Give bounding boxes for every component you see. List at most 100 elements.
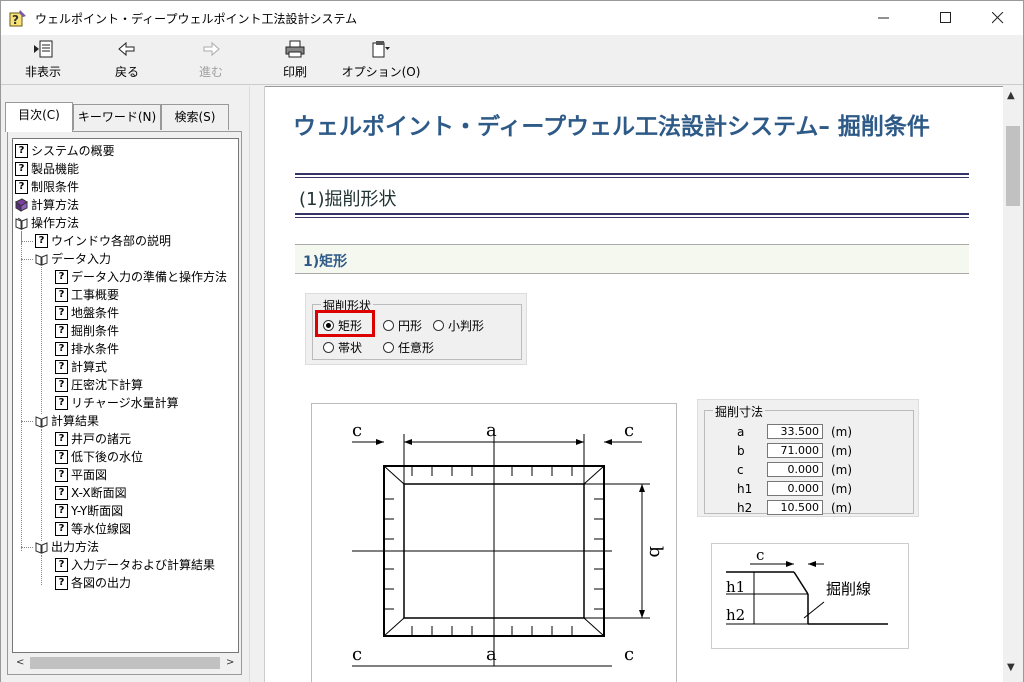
minimize-button[interactable] bbox=[861, 1, 907, 35]
section-drawing: c h1 h2 掘削線 bbox=[726, 546, 888, 625]
tab-search[interactable]: 検索(S) bbox=[161, 104, 229, 130]
contents-tree: ? システムの概要 ? 製品機能 ? 制限条件 計算方法 操作方法 ? ウインドウ各部の… bbox=[12, 138, 239, 653]
print-label: 印刷 bbox=[282, 65, 307, 79]
plan-view-figure: a c c b a c c bbox=[311, 403, 677, 682]
tab-contents[interactable]: 目次(C) bbox=[5, 102, 73, 132]
tab-keyword[interactable]: キーワード(N) bbox=[73, 104, 161, 130]
help-topic-icon: ? bbox=[55, 342, 68, 356]
arrowhead bbox=[376, 439, 384, 445]
tree-item[interactable]: 出力方法 bbox=[35, 538, 99, 556]
label-c-left: c bbox=[352, 420, 362, 441]
radio-icon bbox=[323, 342, 334, 353]
open-book-icon bbox=[15, 217, 28, 230]
tree-item[interactable]: ? 入力データおよび計算結果 bbox=[55, 556, 215, 574]
tree-item[interactable]: ? 平面図 bbox=[55, 466, 107, 484]
svg-text:?: ? bbox=[12, 13, 19, 27]
back-label: 戻る bbox=[114, 65, 139, 79]
help-topic-icon: ? bbox=[55, 468, 68, 482]
help-topic-icon: ? bbox=[55, 288, 68, 302]
tree-line bbox=[21, 421, 33, 422]
content-vertical-scrollbar[interactable]: ▲ ▼ bbox=[1003, 86, 1023, 682]
tree-line bbox=[21, 231, 22, 551]
scroll-thumb[interactable] bbox=[30, 657, 220, 669]
corner-line bbox=[383, 617, 405, 637]
hide-button[interactable]: 非表示 bbox=[11, 39, 75, 83]
forward-label: 進む bbox=[198, 65, 223, 79]
tree-line bbox=[41, 555, 42, 585]
tree-item[interactable]: ? 井戸の諸元 bbox=[55, 430, 131, 448]
tree-item[interactable]: ? 地盤条件 bbox=[55, 304, 119, 322]
help-topic-icon: ? bbox=[55, 360, 68, 374]
tree-item[interactable]: ? X-X断面図 bbox=[55, 484, 127, 502]
tree-line bbox=[41, 429, 42, 541]
help-content: ウェルポイント・ディープウェル工法設計システム– 掘削条件 (1)掘削形状 1)… bbox=[265, 86, 1003, 682]
leader-line bbox=[803, 601, 825, 619]
scroll-down-icon[interactable]: ▼ bbox=[1007, 662, 1015, 673]
tree-item[interactable]: 計算結果 bbox=[35, 412, 99, 430]
arrowhead bbox=[786, 561, 794, 567]
tree-item[interactable]: ? 排水条件 bbox=[55, 340, 119, 358]
tree-item[interactable]: ? 計算式 bbox=[55, 358, 107, 376]
scroll-up-icon[interactable]: ▲ bbox=[1007, 90, 1015, 101]
help-topic-icon: ? bbox=[55, 378, 68, 392]
tree-item[interactable]: 計算方法 bbox=[15, 196, 79, 214]
page-title: ウェルポイント・ディープウェル工法設計システム– 掘削条件 bbox=[293, 114, 930, 140]
scroll-thumb[interactable] bbox=[1006, 126, 1020, 206]
print-button[interactable]: 印刷 bbox=[263, 39, 327, 83]
scroll-left-icon[interactable]: < bbox=[16, 657, 24, 668]
tree-item[interactable]: ? システムの概要 bbox=[15, 142, 115, 160]
tree-item[interactable]: ? リチャージ水量計算 bbox=[55, 394, 179, 412]
corner-line bbox=[583, 617, 605, 637]
divider bbox=[295, 177, 969, 178]
help-topic-icon: ? bbox=[55, 486, 68, 500]
options-label: オプション(O) bbox=[341, 65, 421, 79]
tree-item[interactable]: ? Y-Y断面図 bbox=[55, 502, 123, 520]
tree-line bbox=[21, 241, 33, 242]
slope-section-figure: c h1 h2 掘削線 bbox=[711, 543, 909, 649]
help-topic-icon: ? bbox=[55, 522, 68, 536]
help-topic-icon: ? bbox=[55, 558, 68, 572]
tree-line bbox=[21, 259, 33, 260]
forward-button[interactable]: 進む bbox=[179, 39, 243, 83]
tab-search-label: 検索(S) bbox=[174, 110, 216, 124]
title-bar: ? ウェルポイント・ディープウェルポイント工法設計システム bbox=[1, 1, 1023, 35]
help-topic-icon: ? bbox=[35, 234, 48, 248]
maximize-button[interactable] bbox=[923, 1, 969, 35]
tree-item[interactable]: ? 各図の出力 bbox=[55, 574, 131, 592]
plan-drawing: a c c b a c c bbox=[352, 420, 666, 667]
contents-tab-panel: ? システムの概要 ? 製品機能 ? 制限条件 計算方法 操作方法 ? ウインドウ各部の… bbox=[7, 131, 242, 675]
tree-item[interactable]: ? 等水位線図 bbox=[55, 520, 131, 538]
tree-item[interactable]: ? データ入力の準備と操作方法 bbox=[55, 268, 227, 286]
closed-book-icon bbox=[15, 198, 28, 212]
tab-keyword-label: キーワード(N) bbox=[77, 110, 157, 124]
app-window: ? ウェルポイント・ディープウェルポイント工法設計システム 非表示 戻る 進む … bbox=[0, 0, 1024, 682]
label-h2: h2 bbox=[726, 606, 745, 624]
pane-splitter[interactable] bbox=[249, 86, 265, 682]
radio-icon bbox=[433, 320, 444, 331]
scroll-right-icon[interactable]: > bbox=[226, 657, 234, 668]
divider bbox=[295, 213, 969, 215]
tree-item[interactable]: ? 圧密沈下計算 bbox=[55, 376, 143, 394]
tree-item[interactable]: ? 掘削条件 bbox=[55, 322, 119, 340]
label-a: a bbox=[486, 420, 497, 441]
tree-item[interactable]: ? ウインドウ各部の説明 bbox=[35, 232, 171, 250]
help-topic-icon: ? bbox=[55, 306, 68, 320]
help-topic-icon: ? bbox=[15, 162, 28, 176]
tree-item[interactable]: データ入力 bbox=[35, 250, 111, 268]
subsection-bar: 1)矩形 bbox=[295, 244, 969, 274]
tree-item[interactable]: ? 工事概要 bbox=[55, 286, 119, 304]
subsection-heading: 1)矩形 bbox=[303, 254, 348, 270]
close-button[interactable] bbox=[975, 1, 1021, 35]
slope-line bbox=[793, 571, 809, 595]
tree-item[interactable]: ? 制限条件 bbox=[15, 178, 79, 196]
tree-item[interactable]: ? 製品機能 bbox=[15, 160, 79, 178]
back-button[interactable]: 戻る bbox=[95, 39, 159, 83]
back-arrow-icon bbox=[118, 41, 135, 57]
tree-horizontal-scrollbar[interactable]: < > bbox=[12, 655, 239, 671]
tree-item[interactable]: ? 低下後の水位 bbox=[55, 448, 143, 466]
corner-line bbox=[383, 465, 405, 485]
close-icon bbox=[992, 12, 1004, 24]
options-button[interactable]: オプション(O) bbox=[341, 39, 421, 83]
radio-free: 任意形 bbox=[383, 339, 434, 356]
tree-item[interactable]: 操作方法 bbox=[15, 214, 79, 232]
